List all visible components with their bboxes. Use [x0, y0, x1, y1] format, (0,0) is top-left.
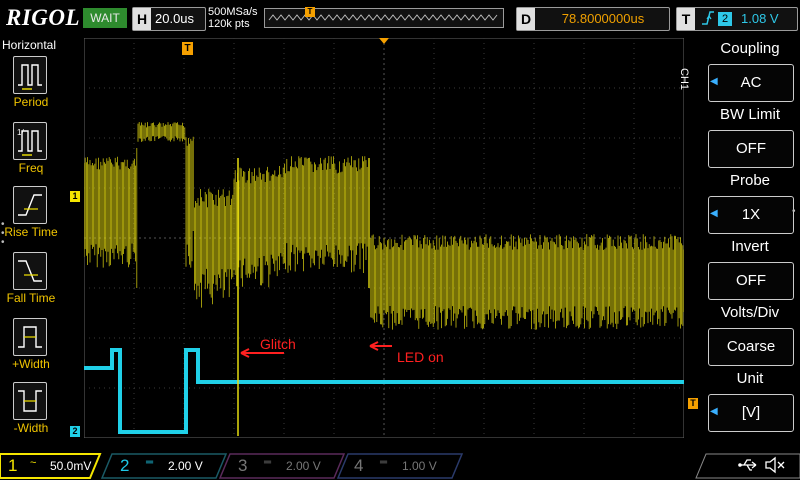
ch2-offset-marker[interactable]: 2	[70, 426, 80, 437]
ch3-scale: 2.00 V	[286, 459, 321, 473]
measure-neg-width-button[interactable]: -Width	[0, 382, 62, 444]
ch2-number: 2	[120, 456, 130, 475]
rise-time-label: Rise Time	[4, 225, 58, 239]
unit-header: Unit	[736, 370, 764, 387]
coupling-arrow-icon: ◀	[710, 76, 718, 87]
memory-position-bar[interactable]: T	[264, 7, 504, 28]
ch1-offset-marker[interactable]: 1	[70, 191, 80, 202]
top-status-bar: RIGOL WAIT H 20.0us 500MSa/s 120k pts T …	[0, 0, 800, 34]
timebase-indicator[interactable]: H 20.0us	[132, 7, 206, 31]
trigger-tag: T	[677, 8, 695, 30]
channel-menu: Coupling AC ◀ BW Limit OFF Probe 1X ◀ In…	[704, 38, 800, 438]
svg-text:1/: 1/	[17, 128, 24, 137]
sample-rate: 500MSa/s	[208, 6, 258, 18]
dc-coupling-icon: ═	[380, 457, 388, 468]
ch2-scale: 2.00 V	[168, 459, 203, 473]
period-label: Period	[13, 95, 49, 109]
channel-status-bar: 1 ~ 50.0mV 2 ═ 2.00 V 3 ═ 2.00 V 4 ═ 1.0…	[0, 452, 800, 480]
volts-div-menu-item[interactable]: Volts/Div Coarse	[704, 304, 796, 366]
ac-coupling-icon: ~	[30, 457, 37, 469]
timebase-tag: H	[133, 8, 151, 30]
rising-edge-icon	[701, 10, 715, 30]
dc-coupling-icon: ═	[264, 457, 272, 468]
freq-label: Freq	[18, 161, 44, 175]
ch4-scale: 1.00 V	[402, 459, 437, 473]
measure-rise-time-button[interactable]: Rise Time	[0, 186, 62, 248]
probe-header: Probe	[729, 172, 771, 189]
left-menu-title: Horizontal	[2, 38, 57, 52]
delay-value: 78.8000000us	[561, 11, 645, 26]
invert-menu-item[interactable]: Invert OFF	[704, 238, 796, 300]
measure-pos-width-button[interactable]: +Width	[0, 318, 62, 380]
fall-time-label: Fall Time	[6, 291, 56, 305]
measure-freq-button[interactable]: 1/ Freq	[0, 122, 62, 184]
ch1-status[interactable]: 1 ~ 50.0mV	[4, 454, 100, 478]
memory-depth: 120k pts	[208, 18, 250, 30]
right-scroll-indicator: •	[792, 206, 796, 217]
trigger-level: 1.08 V	[741, 11, 779, 26]
delay-tag: D	[517, 8, 535, 30]
trigger-indicator[interactable]: T 2 1.08 V	[676, 7, 798, 31]
led-on-annotation: LED on	[397, 349, 444, 365]
ch2-status[interactable]: 2 ═ 2.00 V	[118, 454, 218, 478]
horizontal-measure-menu: Horizontal Period 1/ Freq Rise Time Fall…	[0, 36, 60, 446]
speaker-muted-icon[interactable]	[764, 456, 786, 479]
unit-menu-item[interactable]: Unit [V] ◀	[704, 370, 796, 432]
menu-page-dots: • • •	[1, 219, 5, 248]
measure-period-button[interactable]: Period	[0, 56, 62, 118]
trigger-level-marker[interactable]: T	[688, 398, 698, 409]
memory-waveform-preview	[268, 14, 498, 21]
volts-div-header: Volts/Div	[720, 304, 780, 321]
probe-arrow-icon: ◀	[710, 208, 718, 219]
memory-trigger-marker: T	[305, 7, 315, 17]
menu-channel-label: CH1	[678, 68, 690, 91]
unit-value[interactable]: [V]	[708, 394, 794, 432]
run-status-badge[interactable]: WAIT	[83, 8, 127, 28]
volts-div-value[interactable]: Coarse	[708, 328, 794, 366]
rise-time-icon	[13, 186, 47, 224]
pos-width-icon	[13, 318, 47, 356]
probe-value[interactable]: 1X	[708, 196, 794, 234]
invert-header: Invert	[731, 238, 769, 255]
bw-limit-header: BW Limit	[720, 106, 780, 123]
glitch-annotation: Glitch	[260, 336, 296, 352]
freq-icon: 1/	[13, 122, 47, 160]
ch1-scale: 50.0mV	[50, 459, 92, 473]
invert-value[interactable]: OFF	[708, 262, 794, 300]
ch1-number: 1	[8, 456, 18, 475]
pos-width-label: +Width	[12, 357, 50, 371]
dc-coupling-icon: ═	[146, 457, 154, 468]
ch4-status[interactable]: 4 ═ 1.00 V	[352, 454, 452, 478]
period-icon	[13, 56, 47, 94]
fall-time-icon	[13, 252, 47, 290]
bw-limit-menu-item[interactable]: BW Limit OFF	[704, 106, 796, 168]
rigol-logo: RIGOL	[6, 5, 81, 30]
usb-icon	[738, 457, 760, 478]
trigger-source: 2	[718, 12, 732, 26]
coupling-value[interactable]: AC	[708, 64, 794, 102]
ch3-number: 3	[238, 456, 248, 475]
delay-indicator[interactable]: D 78.8000000us	[516, 7, 670, 31]
coupling-menu-item[interactable]: Coupling AC ◀	[704, 40, 796, 102]
ch3-status[interactable]: 3 ═ 2.00 V	[236, 454, 336, 478]
neg-width-icon	[13, 382, 47, 420]
coupling-header: Coupling	[720, 40, 780, 57]
neg-width-label: -Width	[13, 421, 49, 435]
bw-limit-value[interactable]: OFF	[708, 130, 794, 168]
measure-fall-time-button[interactable]: Fall Time	[0, 252, 62, 314]
timebase-value: 20.0us	[155, 11, 195, 26]
acquisition-info: 500MSa/s 120k pts	[208, 6, 258, 30]
waveform-display[interactable]: Glitch LED on	[84, 38, 684, 438]
probe-menu-item[interactable]: Probe 1X ◀	[704, 172, 796, 234]
trigger-time-marker[interactable]: T	[182, 42, 193, 55]
ch4-number: 4	[354, 456, 364, 475]
unit-arrow-icon: ◀	[710, 406, 718, 417]
